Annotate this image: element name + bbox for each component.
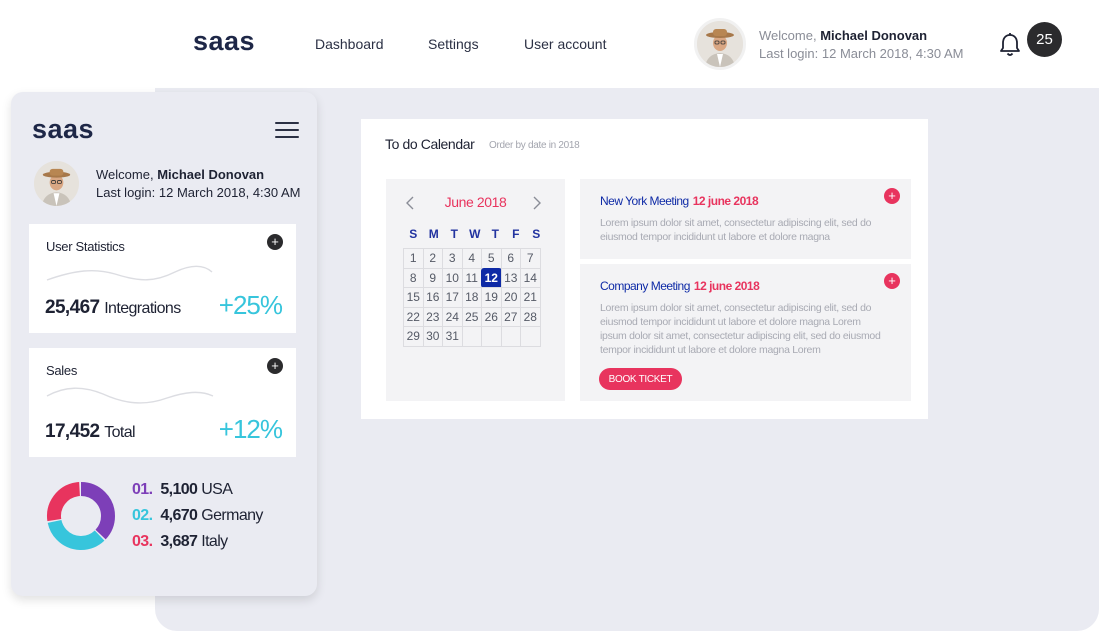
calendar-subtitle: Order by date in 2018 (489, 140, 580, 151)
event-card: Company Meeting 12 june 2018 + Lorem ipsu… (580, 264, 911, 401)
calendar-day[interactable]: 25 (461, 306, 482, 327)
hamburger-menu-icon[interactable] (275, 122, 299, 138)
calendar-day[interactable]: 22 (403, 306, 424, 327)
calendar-day[interactable]: 7 (520, 248, 541, 269)
stat-change: +25% (218, 290, 283, 320)
notification-badge[interactable]: 25 (1027, 22, 1062, 57)
calendar-week: 22 23 24 25 26 27 28 (403, 306, 547, 327)
welcome-prefix: Welcome, (759, 28, 817, 43)
calendar-day-selected[interactable]: 12 (481, 267, 502, 288)
calendar-week: 29 30 31 (403, 326, 547, 347)
stat-change: +12% (218, 414, 283, 444)
add-icon[interactable]: + (267, 358, 283, 374)
sales-card: Sales + 17,452 Total +12% (29, 348, 296, 457)
calendar-day[interactable]: 21 (520, 287, 541, 308)
last-login: Last login: 12 March 2018, 4:30 AM (96, 185, 301, 200)
top-bar: saas Dashboard Settings User account Wel… (0, 0, 1100, 88)
calendar-day[interactable]: 31 (442, 326, 463, 347)
calendar-day[interactable]: 27 (500, 306, 521, 327)
event-description: Lorem ipsum dolor sit amet, consectetur … (600, 217, 872, 243)
calendar-day[interactable]: 29 (403, 326, 424, 347)
calendar-day-empty (481, 326, 502, 347)
avatar[interactable] (694, 18, 746, 70)
stat-value: 25,467 Integrations (45, 297, 181, 318)
calendar-day[interactable]: 2 (422, 248, 443, 269)
calendar-day[interactable]: 30 (422, 326, 443, 347)
sidebar-logo[interactable]: saas (32, 114, 94, 145)
calendar-day[interactable]: 16 (422, 287, 443, 308)
legend-item-germany: 02. 4,670 Germany (132, 507, 263, 524)
calendar-day[interactable]: 17 (442, 287, 463, 308)
user-avatar-icon (697, 21, 743, 67)
add-event-icon[interactable]: + (884, 188, 900, 204)
calendar-day[interactable]: 28 (520, 306, 541, 327)
event-description: Lorem ipsum dolor sit amet, consectetur … (600, 302, 881, 356)
weekday-header: S M T W T F S (409, 227, 541, 241)
sidebar: saas Welcome, Michael Donovan Last login… (11, 92, 317, 596)
calendar-day-empty (500, 326, 521, 347)
calendar-day[interactable]: 23 (422, 306, 443, 327)
user-name: Michael Donovan (820, 28, 928, 43)
calendar-day[interactable]: 15 (403, 287, 424, 308)
nav-dashboard[interactable]: Dashboard (315, 36, 384, 52)
sparkline-wave (46, 265, 213, 281)
calendar-day[interactable]: 9 (422, 267, 443, 288)
calendar-day[interactable]: 20 (500, 287, 521, 308)
sidebar-avatar[interactable] (34, 161, 79, 206)
calendar-day[interactable]: 3 (442, 248, 463, 269)
calendar-day[interactable]: 19 (481, 287, 502, 308)
book-ticket-button[interactable]: BOOK TICKET (599, 368, 682, 390)
calendar-day-empty (461, 326, 482, 347)
calendar-day[interactable]: 10 (442, 267, 463, 288)
bell-icon[interactable] (998, 32, 1022, 58)
calendar-day[interactable]: 13 (500, 267, 521, 288)
card-title: User Statistics (46, 239, 125, 254)
calendar-day[interactable]: 26 (481, 306, 502, 327)
sidebar-welcome: Welcome, Michael Donovan Last login: 12 … (96, 166, 301, 202)
user-avatar-icon (34, 161, 79, 206)
calendar-week: 8 9 10 11 12 13 14 (403, 267, 547, 288)
event-title[interactable]: Company Meeting 12 june 2018 (600, 279, 760, 293)
calendar-day[interactable]: 1 (403, 248, 424, 269)
calendar-day[interactable]: 18 (461, 287, 482, 308)
event-card: New York Meeting 12 june 2018 + Lorem ips… (580, 179, 911, 259)
calendar-day[interactable]: 14 (520, 267, 541, 288)
user-name: Michael Donovan (157, 167, 265, 182)
month-calendar: June 2018 S M T W T F S 1 2 3 4 5 6 7 8 9 10 11 12 1… (386, 179, 565, 401)
calendar-day[interactable]: 8 (403, 267, 424, 288)
calendar-day[interactable]: 5 (481, 248, 502, 269)
header-welcome: Welcome, Michael Donovan Last login: 12 … (759, 27, 964, 63)
top-logo[interactable]: saas (193, 26, 255, 57)
event-title[interactable]: New York Meeting 12 june 2018 (600, 194, 759, 208)
todo-calendar-panel: To do Calendar Order by date in 2018 Jun… (361, 119, 928, 419)
calendar-title: To do Calendar (385, 136, 475, 152)
stat-value: 17,452 Total (45, 421, 136, 442)
country-donut-chart (47, 482, 115, 550)
add-icon[interactable]: + (267, 234, 283, 250)
calendar-day[interactable]: 11 (461, 267, 482, 288)
calendar-day[interactable]: 4 (461, 248, 482, 269)
welcome-prefix: Welcome, (96, 167, 154, 182)
last-login: Last login: 12 March 2018, 4:30 AM (759, 46, 964, 61)
legend-item-italy: 03. 3,687 Italy (132, 533, 228, 550)
legend-item-usa: 01. 5,100 USA (132, 481, 233, 498)
sparkline-wave (46, 387, 214, 404)
calendar-week: 15 16 17 18 19 20 21 (403, 287, 547, 308)
chevron-right-icon[interactable] (530, 195, 544, 211)
card-title: Sales (46, 363, 78, 378)
calendar-day[interactable]: 24 (442, 306, 463, 327)
user-statistics-card: User Statistics + 25,467 Integrations +2… (29, 224, 296, 333)
calendar-day[interactable]: 6 (500, 248, 521, 269)
calendar-day-empty (520, 326, 541, 347)
calendar-grid: S M T W T F S 1 2 3 4 5 6 7 8 9 10 11 12 13 14 15 16 17 1… (403, 227, 547, 347)
nav-user-account[interactable]: User account (524, 36, 606, 52)
nav-settings[interactable]: Settings (428, 36, 479, 52)
calendar-week: 1234567 (403, 248, 547, 269)
calendar-weeks: 1 2 3 4 5 6 7 8 9 10 11 12 13 14 15 16 17 18 19 20 21 22 23 24 2… (403, 248, 547, 347)
add-event-icon[interactable]: + (884, 273, 900, 289)
